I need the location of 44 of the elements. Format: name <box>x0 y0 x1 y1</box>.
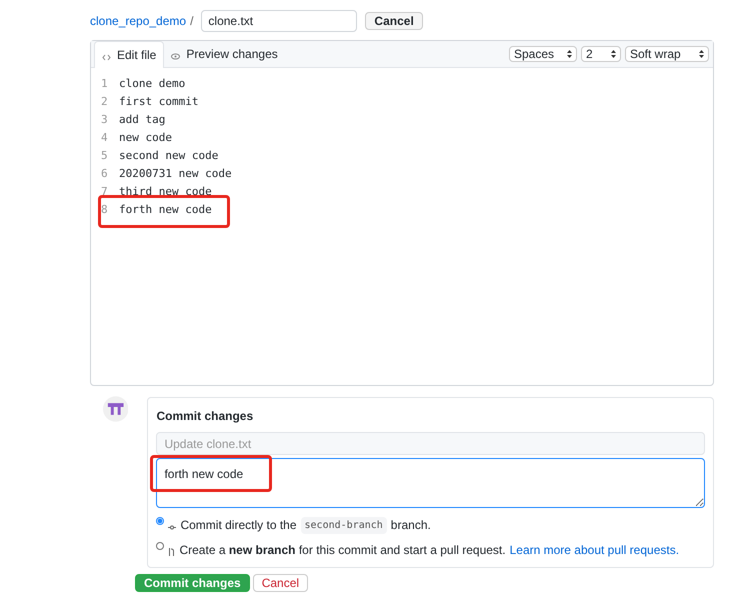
code-line: add tag <box>119 112 166 128</box>
line-number: 7 <box>100 184 109 200</box>
commit-title: Commit changes <box>156 408 254 425</box>
avatar-icon <box>103 396 128 422</box>
line-number: 8 <box>100 202 109 218</box>
code-line: forth new code <box>119 202 212 218</box>
cancel-button[interactable]: Cancel <box>252 574 308 592</box>
radio-button[interactable] <box>156 517 164 525</box>
sort-caret-icon <box>611 50 616 58</box>
option-label: branch. <box>390 517 431 534</box>
code-line: first commit <box>119 94 198 110</box>
filename-field[interactable]: clone.txt <box>201 10 358 32</box>
commit-icon <box>168 524 176 530</box>
repo-link[interactable]: clone_repo_demo <box>90 12 186 30</box>
line-number: 3 <box>100 112 109 128</box>
line-number: 2 <box>100 94 109 110</box>
code-icon <box>102 54 111 60</box>
code-line: clone demo <box>119 76 186 92</box>
code-line: second new code <box>119 148 218 164</box>
learn-more-link[interactable]: Learn more about pull requests. <box>510 541 680 559</box>
line-number: 1 <box>100 76 109 92</box>
editor-tab[interactable]: Preview changes <box>164 41 285 67</box>
description-field[interactable]: forth new code <box>156 458 705 508</box>
radio-button[interactable] <box>156 542 164 550</box>
eye-icon <box>171 52 180 60</box>
pull-request-icon <box>168 548 176 556</box>
line-number: 5 <box>100 148 109 164</box>
code-line: new code <box>119 130 172 146</box>
line-number: 4 <box>100 130 109 146</box>
code-line: 20200731 new code <box>119 166 232 182</box>
option-select[interactable]: Soft wrap <box>625 46 709 62</box>
line-number: 6 <box>100 166 109 182</box>
path-separator: / <box>190 13 194 30</box>
branch-name: second-branch <box>300 516 387 534</box>
option-select[interactable]: 2 <box>581 46 621 62</box>
cancel-button[interactable]: Cancel <box>365 12 423 30</box>
sort-caret-icon <box>699 50 704 58</box>
option-select[interactable]: Spaces <box>509 46 577 62</box>
option-label: Commit directly to the <box>180 517 297 534</box>
code-line: third new code <box>119 184 212 200</box>
sort-caret-icon <box>567 50 572 58</box>
editor-tab[interactable]: Edit file <box>94 41 164 68</box>
option-label: Create a new branch for this commit and start a pull request. <box>179 542 506 559</box>
summary-field[interactable]: Update clone.txt <box>156 432 705 455</box>
